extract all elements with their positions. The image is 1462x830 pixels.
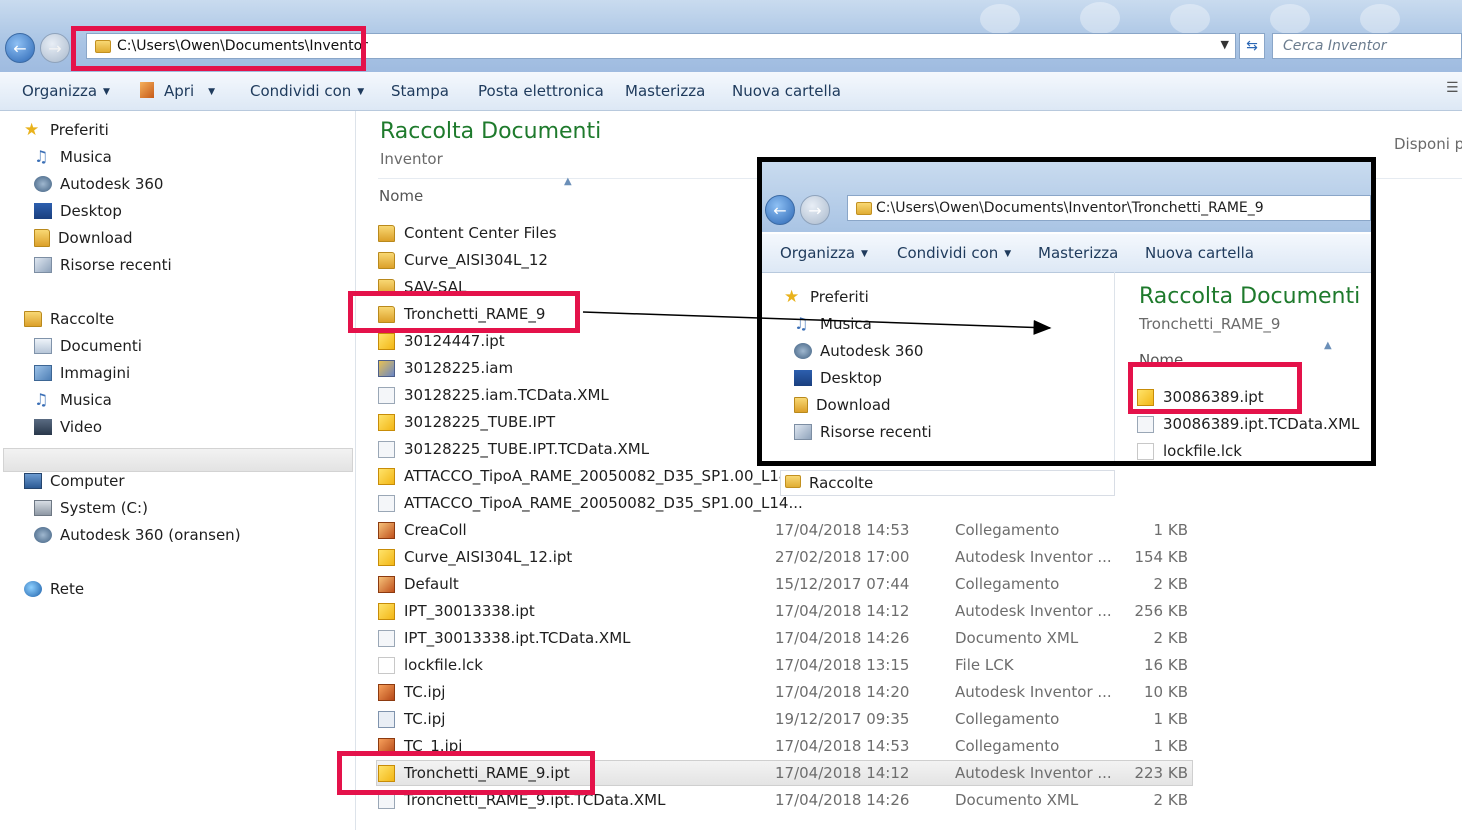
annotation-arrow: [582, 311, 1052, 335]
